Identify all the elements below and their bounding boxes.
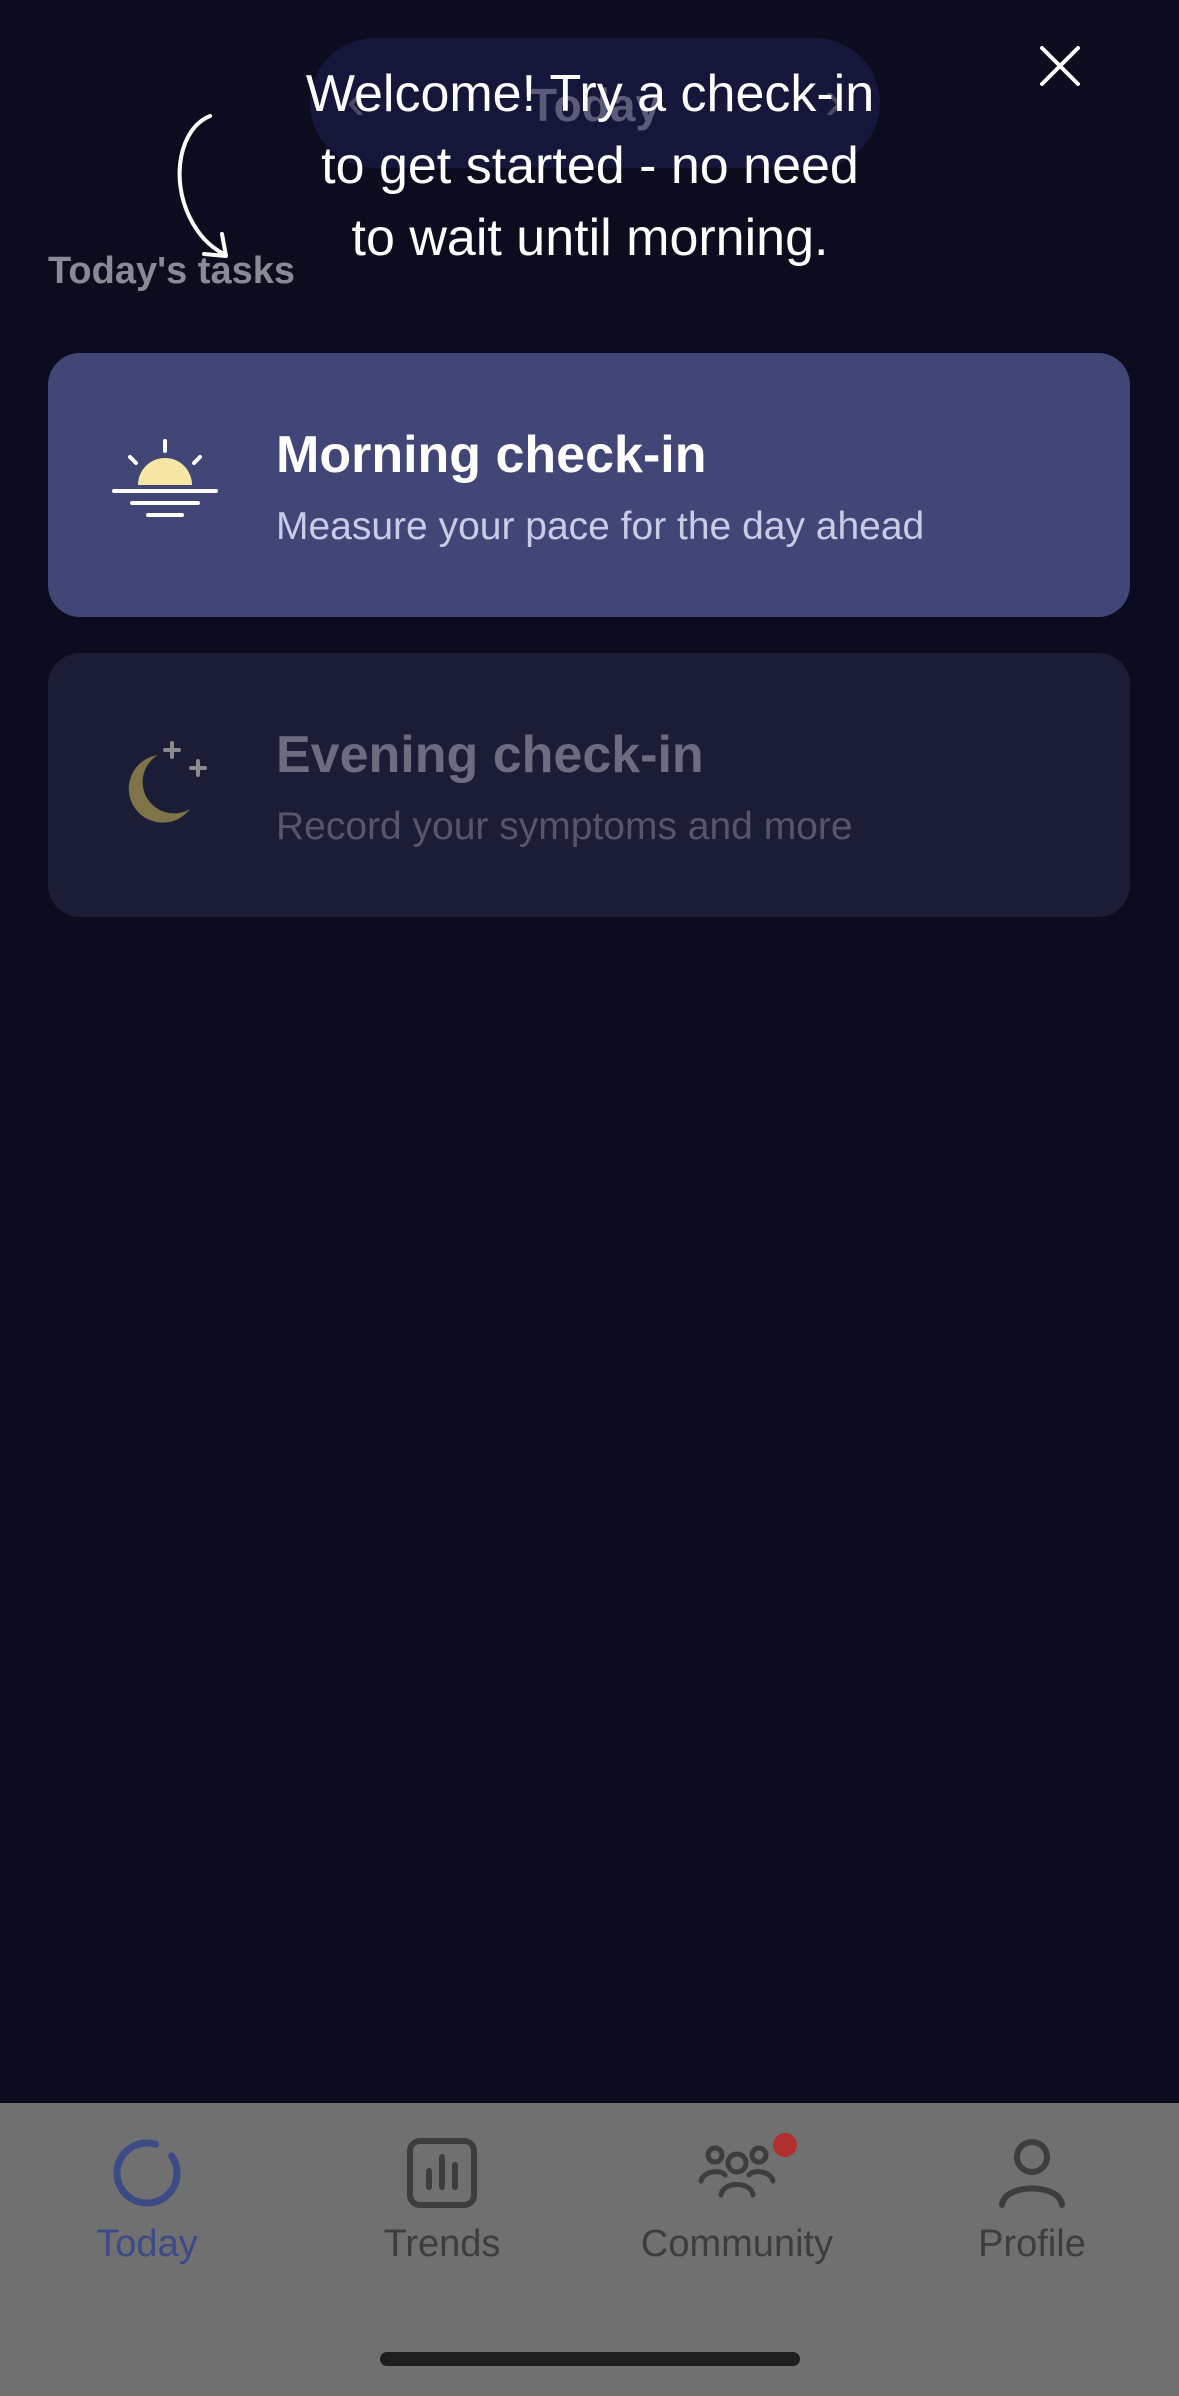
morning-check-in-card[interactable]: Morning check-in Measure your pace for t… — [48, 353, 1130, 617]
moon-stars-icon — [128, 741, 207, 823]
close-icon[interactable] — [1030, 36, 1090, 96]
tab-trends[interactable]: Trends — [332, 2133, 552, 2293]
welcome-tooltip: Welcome! Try a check-in to get started -… — [260, 58, 920, 274]
tooltip-line: to wait until morning. — [351, 209, 829, 267]
tab-today[interactable]: Today — [37, 2133, 257, 2293]
app-screen: ‹ Today › Today's tasks Morning check-in… — [0, 0, 1179, 2396]
tooltip-line: Welcome! Try a check-in — [305, 65, 875, 123]
bar-chart-icon — [407, 2138, 477, 2208]
tab-profile[interactable]: Profile — [922, 2133, 1142, 2293]
tab-label: Today — [96, 2223, 198, 2265]
notification-badge — [773, 2133, 797, 2157]
tooltip-line: to get started - no need — [321, 137, 859, 195]
card-subtitle: Record your symptoms and more — [276, 805, 853, 848]
card-title: Evening check-in — [276, 726, 704, 784]
curved-arrow-icon — [177, 114, 228, 258]
card-title: Morning check-in — [276, 426, 707, 484]
tab-label: Community — [640, 2223, 834, 2265]
tab-community[interactable]: Community — [627, 2133, 847, 2293]
card-subtitle: Measure your pace for the day ahead — [276, 505, 925, 548]
home-indicator — [380, 2352, 800, 2366]
sunrise-icon — [112, 439, 218, 517]
tab-label: Trends — [383, 2223, 501, 2265]
evening-check-in-card[interactable]: Evening check-in Record your symptoms an… — [48, 653, 1130, 917]
tab-label: Profile — [978, 2223, 1086, 2265]
people-icon — [698, 2145, 776, 2198]
today-ring-icon — [113, 2139, 181, 2207]
person-icon — [999, 2139, 1065, 2208]
